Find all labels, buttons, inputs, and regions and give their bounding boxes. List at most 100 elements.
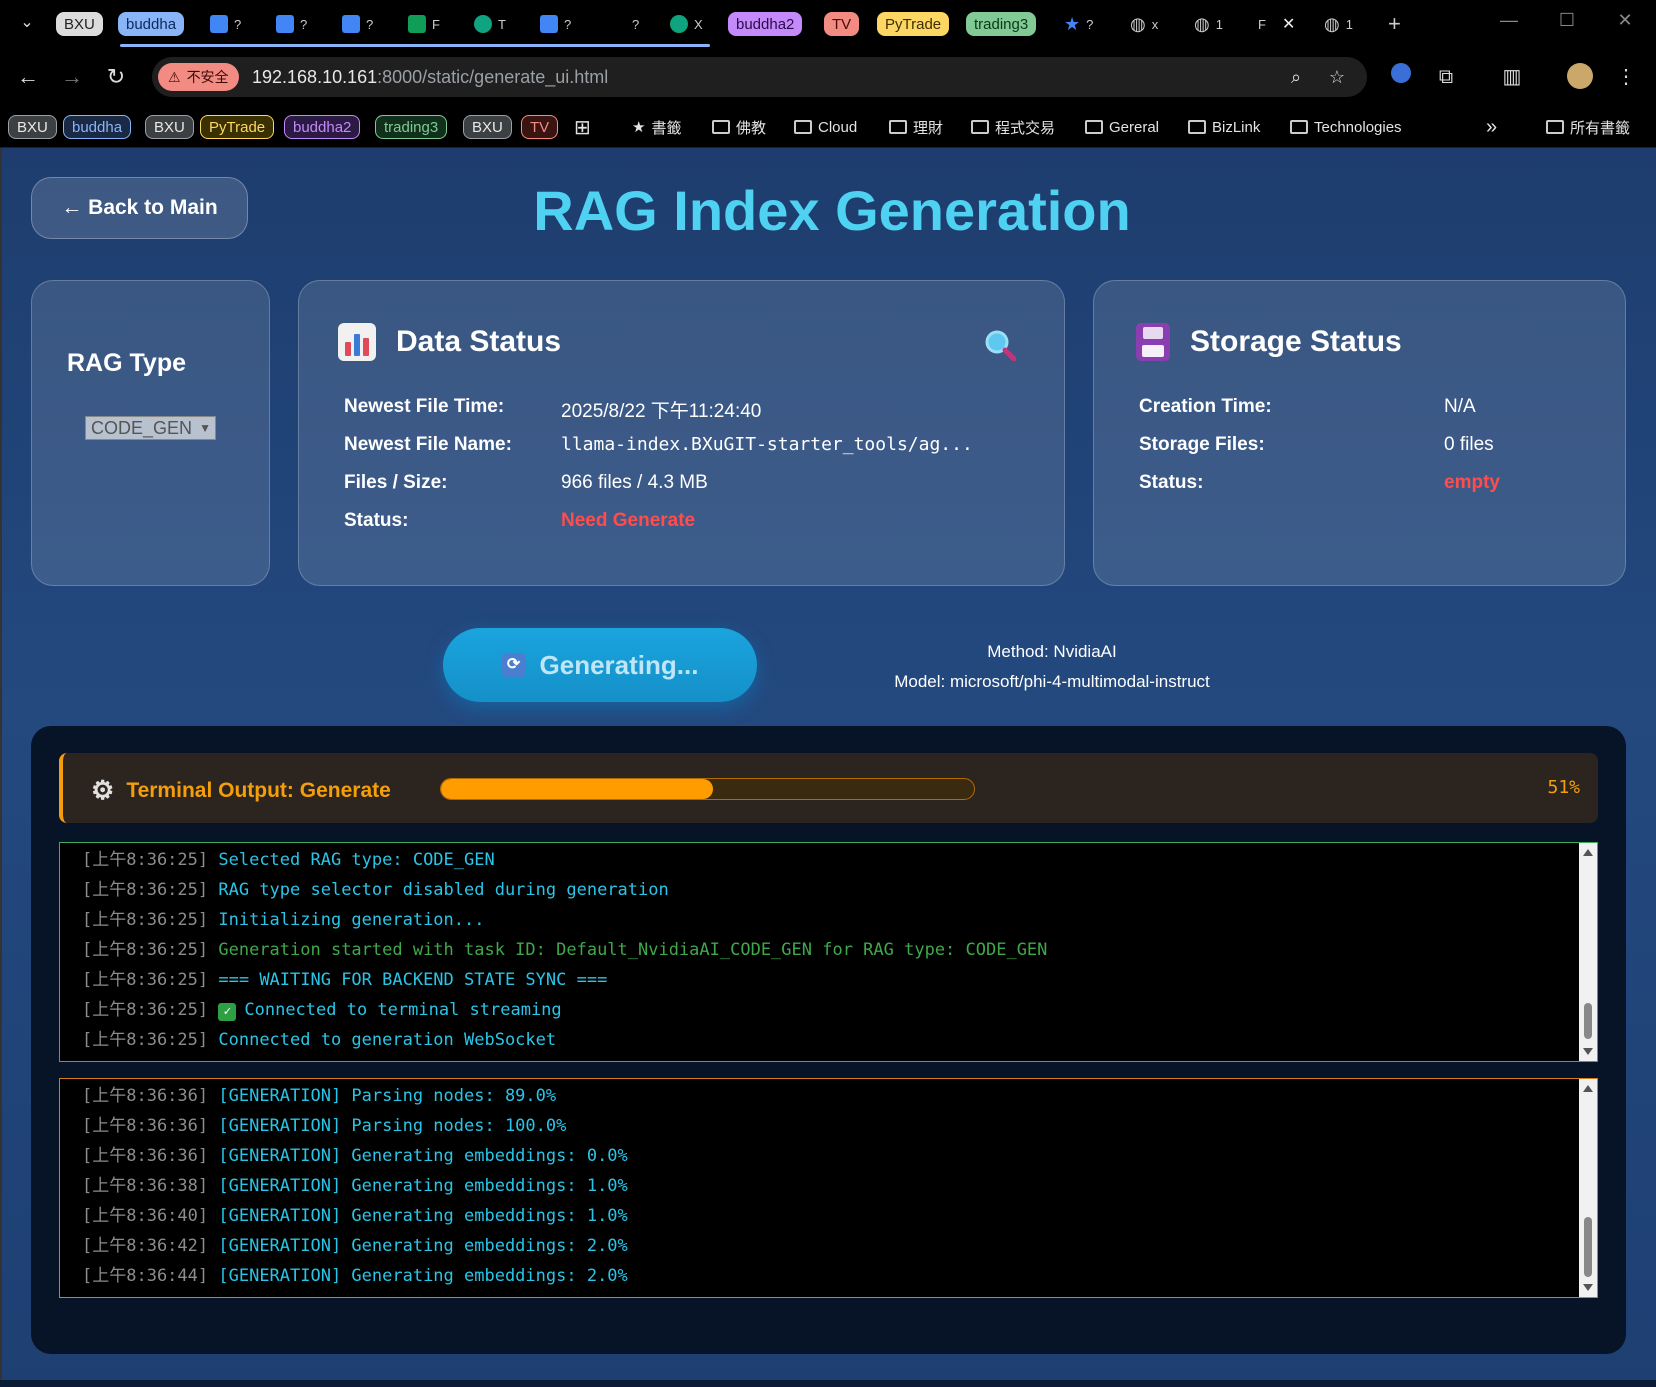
progress-bar: [440, 778, 975, 800]
back-to-main-button[interactable]: ← Back to Main: [31, 177, 248, 239]
scroll-thumb[interactable]: [1584, 1217, 1592, 1277]
bookmark-folder[interactable]: 程式交易: [971, 114, 1055, 140]
bookmark-folder[interactable]: Cloud: [794, 114, 857, 140]
tab-web-3[interactable]: ◍ 1: [1324, 10, 1353, 38]
magnifier-icon[interactable]: [984, 329, 1016, 361]
log-message: [GENERATION] Generating embeddings: 1.0%: [218, 1206, 628, 1226]
tab-doc-2[interactable]: ?: [276, 10, 307, 38]
tab-web-1[interactable]: ◍ x: [1130, 10, 1158, 38]
docs-icon: [540, 15, 558, 33]
tab-doc-4[interactable]: ?: [540, 10, 571, 38]
tab-group-trading3[interactable]: trading3: [966, 10, 1037, 38]
bookmark-folder-label: 程式交易: [995, 119, 1056, 137]
files-size-label: Files / Size:: [344, 472, 448, 493]
new-tab-button[interactable]: +: [1388, 10, 1401, 38]
tab-group-tv[interactable]: TV: [824, 10, 860, 38]
tab-chatgpt-1[interactable]: T: [474, 10, 506, 38]
close-tab-icon[interactable]: ✕: [1282, 14, 1295, 34]
tab-doc-1[interactable]: ?: [210, 10, 241, 38]
bookmark-trading3[interactable]: trading3: [375, 114, 448, 140]
bookmark-buddha[interactable]: buddha: [63, 114, 132, 140]
extensions-puzzle-icon[interactable]: ⧉: [1432, 63, 1460, 91]
log-timestamp: [上午8:36:36]: [82, 1116, 209, 1136]
bookmark-folder[interactable]: Technologies: [1290, 114, 1402, 140]
bookmark-star-icon[interactable]: ☆: [1325, 65, 1349, 89]
bookmark-tv[interactable]: TV: [521, 114, 559, 140]
log-message: Connected to generation WebSocket: [218, 1030, 557, 1050]
progress-percent: 51%: [1547, 777, 1580, 798]
omnibox[interactable]: ⚠ 不安全 192.168.10.161:8000/static/generat…: [152, 57, 1367, 97]
reading-list-icon[interactable]: ▥: [1498, 63, 1526, 91]
tab-blank[interactable]: ?: [632, 10, 639, 38]
bookmark-folder[interactable]: Gereral: [1085, 114, 1159, 140]
folder-icon: [1188, 120, 1206, 134]
scrollbar[interactable]: [1579, 1079, 1597, 1297]
close-window-icon[interactable]: ✕: [1610, 10, 1640, 31]
scroll-down-icon[interactable]: [1583, 1048, 1593, 1055]
newest-file-time-value: 2025/8/22 下午11:24:40: [561, 401, 762, 422]
zoom-icon[interactable]: ⌕: [1284, 65, 1308, 89]
tab-group-buddha[interactable]: buddha: [118, 10, 185, 38]
not-secure-chip[interactable]: ⚠ 不安全: [158, 63, 239, 91]
forward-arrow-icon[interactable]: →: [58, 63, 86, 91]
tab-starred[interactable]: ★?: [1064, 10, 1093, 38]
log-timestamp: [上午8:36:42]: [82, 1236, 209, 1256]
bookmark-label: BXU: [463, 115, 512, 139]
minimize-icon[interactable]: —: [1494, 10, 1524, 31]
tab-doc-3[interactable]: ?: [342, 10, 373, 38]
warning-icon: ⚠: [168, 68, 181, 85]
bookmark-folder-starred[interactable]: ★ 書籤: [632, 114, 681, 140]
generate-button[interactable]: ⟳ Generating...: [443, 628, 757, 702]
bookmark-folder[interactable]: 理財: [889, 114, 943, 140]
log-line: [上午8:36:25] RAG type selector disabled d…: [60, 875, 1597, 905]
scrollbar[interactable]: [1579, 843, 1597, 1061]
menu-kebab-icon[interactable]: ⋮: [1612, 63, 1640, 91]
tab-group-bxu[interactable]: BXU: [56, 10, 103, 38]
bookmark-buddha2[interactable]: buddha2: [284, 114, 361, 140]
tab-search-dropdown-icon[interactable]: ⌄: [14, 10, 40, 36]
url-text[interactable]: 192.168.10.161:8000/static/generate_ui.h…: [252, 67, 608, 88]
scroll-thumb[interactable]: [1584, 1003, 1592, 1039]
bookmark-pytrade[interactable]: PyTrade: [200, 114, 275, 140]
bookmark-bxu-1[interactable]: BXU: [8, 114, 57, 140]
tab-current[interactable]: F ✕: [1258, 10, 1295, 38]
star-icon: ★: [1064, 13, 1081, 34]
not-secure-label: 不安全: [186, 69, 229, 85]
reload-icon[interactable]: ↻: [102, 63, 130, 91]
bookmark-label: buddha2: [284, 115, 361, 139]
more-bookmarks-icon[interactable]: »: [1486, 114, 1497, 140]
rag-type-select[interactable]: CODE_GEN ▼: [85, 416, 216, 440]
log-line: [上午8:36:25] === WAITING FOR BACKEND STAT…: [60, 965, 1597, 995]
back-arrow-icon[interactable]: ←: [14, 63, 42, 91]
tab-web-2[interactable]: ◍ 1: [1194, 10, 1223, 38]
bookmark-folder[interactable]: 佛教: [712, 114, 766, 140]
bookmark-bxu-2[interactable]: BXU: [145, 114, 194, 140]
log-line: [上午8:36:25] Initializing generation...: [60, 905, 1597, 935]
log-line: [上午8:36:25] Selected RAG type: CODE_GEN: [60, 845, 1597, 875]
page-title: RAG Index Generation: [533, 179, 1131, 242]
bookmark-bxu-3[interactable]: BXU: [463, 114, 512, 140]
tab-title: X: [694, 16, 703, 32]
profile-avatar[interactable]: [1566, 63, 1594, 91]
extension-icon[interactable]: [1387, 63, 1415, 91]
log-message: === WAITING FOR BACKEND STATE SYNC ===: [218, 970, 608, 990]
scroll-up-icon[interactable]: [1583, 849, 1593, 856]
tab-sheet[interactable]: F: [408, 10, 440, 38]
folder-icon: [889, 120, 907, 134]
terminal-log-progress[interactable]: [上午8:36:36] [GENERATION] Parsing nodes: …: [59, 1078, 1598, 1298]
terminal-log-status[interactable]: [上午8:36:25] Selected RAG type: CODE_GEN[…: [59, 842, 1598, 1062]
scroll-up-icon[interactable]: [1583, 1085, 1593, 1092]
all-bookmarks-folder[interactable]: 所有書籤: [1546, 114, 1630, 140]
tab-group-label: TV: [824, 12, 860, 36]
apps-grid-icon[interactable]: ⊞: [574, 114, 591, 140]
folder-icon: [1085, 120, 1103, 134]
tab-group-buddha2[interactable]: buddha2: [728, 10, 803, 38]
scroll-down-icon[interactable]: [1583, 1284, 1593, 1291]
log-message: [GENERATION] Parsing nodes: 89.0%: [218, 1086, 557, 1106]
creation-time-value: N/A: [1444, 396, 1476, 417]
tab-chatgpt-2[interactable]: X: [670, 10, 703, 38]
tab-group-pytrade[interactable]: PyTrade: [877, 10, 950, 38]
maximize-icon[interactable]: ☐: [1552, 10, 1582, 31]
folder-icon: [1546, 120, 1564, 134]
bookmark-folder[interactable]: BizLink: [1188, 114, 1260, 140]
